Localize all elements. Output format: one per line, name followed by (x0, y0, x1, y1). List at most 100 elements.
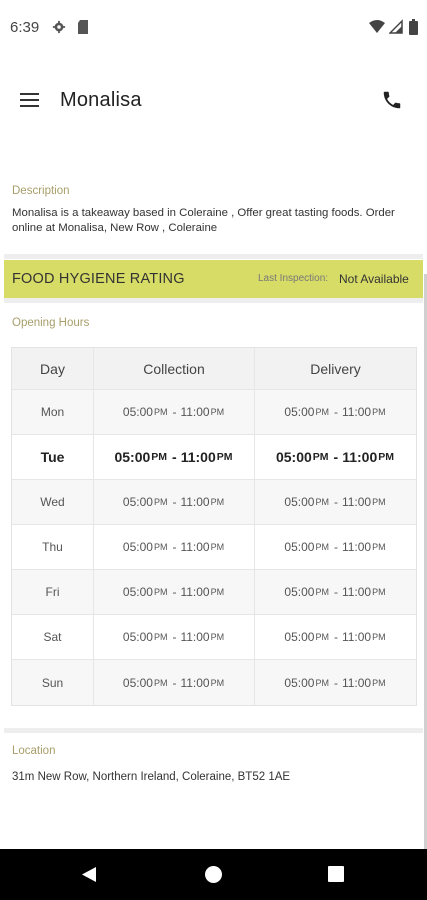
collection-hours-cell: 05:00 PM -11:00 PM (94, 525, 255, 569)
description-label: Description (12, 185, 70, 197)
am-pm-label: PM (372, 497, 386, 507)
sd-card-icon (78, 20, 88, 34)
am-pm-label: PM (315, 632, 329, 642)
delivery-hours-cell: 05:00 PM -11:00 PM (255, 660, 416, 705)
am-pm-label: PM (372, 632, 386, 642)
wifi-icon (369, 20, 385, 33)
time-value: 11:00 (341, 585, 372, 599)
day-cell: Tue (12, 435, 94, 479)
time-value: 05:00 (284, 540, 315, 554)
opening-hours-table: Day Collection Delivery Mon 05:00 PM -11:00… (11, 347, 417, 706)
delivery-hours-cell: 05:00 PM -11:00 PM (255, 435, 416, 479)
am-pm-label: PM (315, 542, 329, 552)
am-pm-label: PM (372, 677, 386, 688)
divider (4, 728, 423, 733)
table-row: Wed 05:00 PM -11:00 PM 05:00 PM -11:00 PM (12, 480, 416, 525)
app-bar: Monalisa (0, 56, 427, 144)
time-separator: - (172, 405, 177, 419)
time-value: 05:00 (114, 449, 151, 465)
day-cell: Sat (12, 615, 94, 659)
header-collection: Collection (94, 348, 255, 389)
am-pm-label: PM (312, 451, 329, 463)
time-value: 05:00 (284, 585, 315, 599)
status-bar: 6:39 (0, 0, 427, 56)
day-cell: Sun (12, 660, 94, 705)
time-separator: - (333, 675, 338, 690)
time-separator: - (172, 449, 177, 465)
am-pm-label: PM (153, 587, 168, 597)
phone-icon[interactable] (381, 89, 403, 111)
delivery-hours-cell: 05:00 PM -11:00 PM (255, 480, 416, 524)
time-value: 05:00 (284, 675, 315, 690)
collection-hours-cell: 05:00 PM -11:00 PM (94, 570, 255, 614)
time-separator: - (172, 630, 177, 644)
time-value: 05:00 (122, 405, 153, 419)
am-pm-label: PM (210, 542, 225, 552)
delivery-hours-cell: 05:00 PM -11:00 PM (255, 615, 416, 659)
time-value: 05:00 (122, 495, 153, 509)
time-value: 05:00 (122, 630, 153, 644)
delivery-hours-cell: 05:00 PM -11:00 PM (255, 390, 416, 434)
time-value: 11:00 (341, 675, 372, 690)
am-pm-label: PM (315, 677, 329, 688)
table-row: Sat 05:00 PM -11:00 PM 05:00 PM -11:00 PM (12, 615, 416, 660)
hygiene-title: FOOD HYGIENE RATING (12, 271, 185, 287)
restaurant-info-content[interactable]: Description Monalisa is a takeaway based… (0, 144, 427, 849)
time-value: 05:00 (122, 675, 153, 690)
time-value: 05:00 (284, 630, 315, 644)
header-delivery: Delivery (310, 360, 361, 377)
time-separator: - (333, 449, 339, 465)
am-pm-label: PM (378, 451, 395, 463)
time-value: 11:00 (341, 540, 372, 554)
time-value: 11:00 (342, 449, 378, 465)
time-separator: - (333, 585, 338, 599)
table-header-row: Day Collection Delivery (12, 348, 416, 390)
am-pm-label: PM (210, 407, 225, 417)
location-label: Location (12, 745, 56, 757)
system-nav-bar (0, 849, 427, 900)
time-value: 11:00 (180, 585, 210, 599)
am-pm-label: PM (372, 542, 386, 552)
am-pm-label: PM (372, 407, 386, 417)
am-pm-label: PM (210, 497, 225, 507)
am-pm-label: PM (210, 632, 225, 642)
am-pm-label: PM (153, 542, 168, 552)
opening-hours-label: Opening Hours (12, 317, 90, 329)
am-pm-label: PM (315, 587, 329, 597)
am-pm-label: PM (315, 407, 329, 417)
collection-hours-cell: 05:00 PM -11:00 PM (94, 390, 255, 434)
delivery-hours-cell: 05:00 PM -11:00 PM (255, 525, 416, 569)
am-pm-label: PM (210, 677, 225, 688)
am-pm-label: PM (153, 677, 168, 688)
time-separator: - (333, 495, 338, 509)
time-value: 11:00 (341, 405, 372, 419)
day-cell: Thu (12, 525, 94, 569)
table-row: Fri 05:00 PM -11:00 PM 05:00 PM -11:00 PM (12, 570, 416, 615)
collection-hours-cell: 05:00 PM -11:00 PM (94, 435, 255, 479)
last-inspection-label: Last Inspection: (258, 273, 329, 284)
table-row: Thu 05:00 PM -11:00 PM 05:00 PM -11:00 PM (12, 525, 416, 570)
time-value: 11:00 (180, 449, 216, 465)
time-separator: - (333, 540, 338, 554)
time-value: 05:00 (122, 540, 153, 554)
status-time: 6:39 (10, 19, 40, 36)
header-day: Day (12, 348, 94, 389)
time-value: 05:00 (275, 449, 312, 465)
gear-icon (52, 20, 66, 34)
time-separator: - (172, 585, 177, 599)
am-pm-label: PM (151, 451, 168, 463)
collection-hours-cell: 05:00 PM -11:00 PM (94, 480, 255, 524)
recents-icon[interactable] (328, 866, 344, 882)
collection-hours-cell: 05:00 PM -11:00 PM (94, 660, 255, 705)
home-icon[interactable] (205, 866, 222, 883)
back-icon[interactable] (81, 866, 97, 883)
time-value: 05:00 (284, 495, 315, 509)
am-pm-label: PM (153, 632, 168, 642)
hamburger-menu-icon[interactable] (20, 93, 40, 109)
signal-icon (389, 19, 403, 34)
table-row: Sun 05:00 PM -11:00 PM 05:00 PM -11:00 PM (12, 660, 416, 705)
time-value: 11:00 (180, 495, 210, 509)
last-inspection-value: Not Available (339, 272, 409, 286)
time-value: 11:00 (341, 495, 372, 509)
location-address: 31m New Row, Northern Ireland, Coleraine… (12, 771, 291, 783)
